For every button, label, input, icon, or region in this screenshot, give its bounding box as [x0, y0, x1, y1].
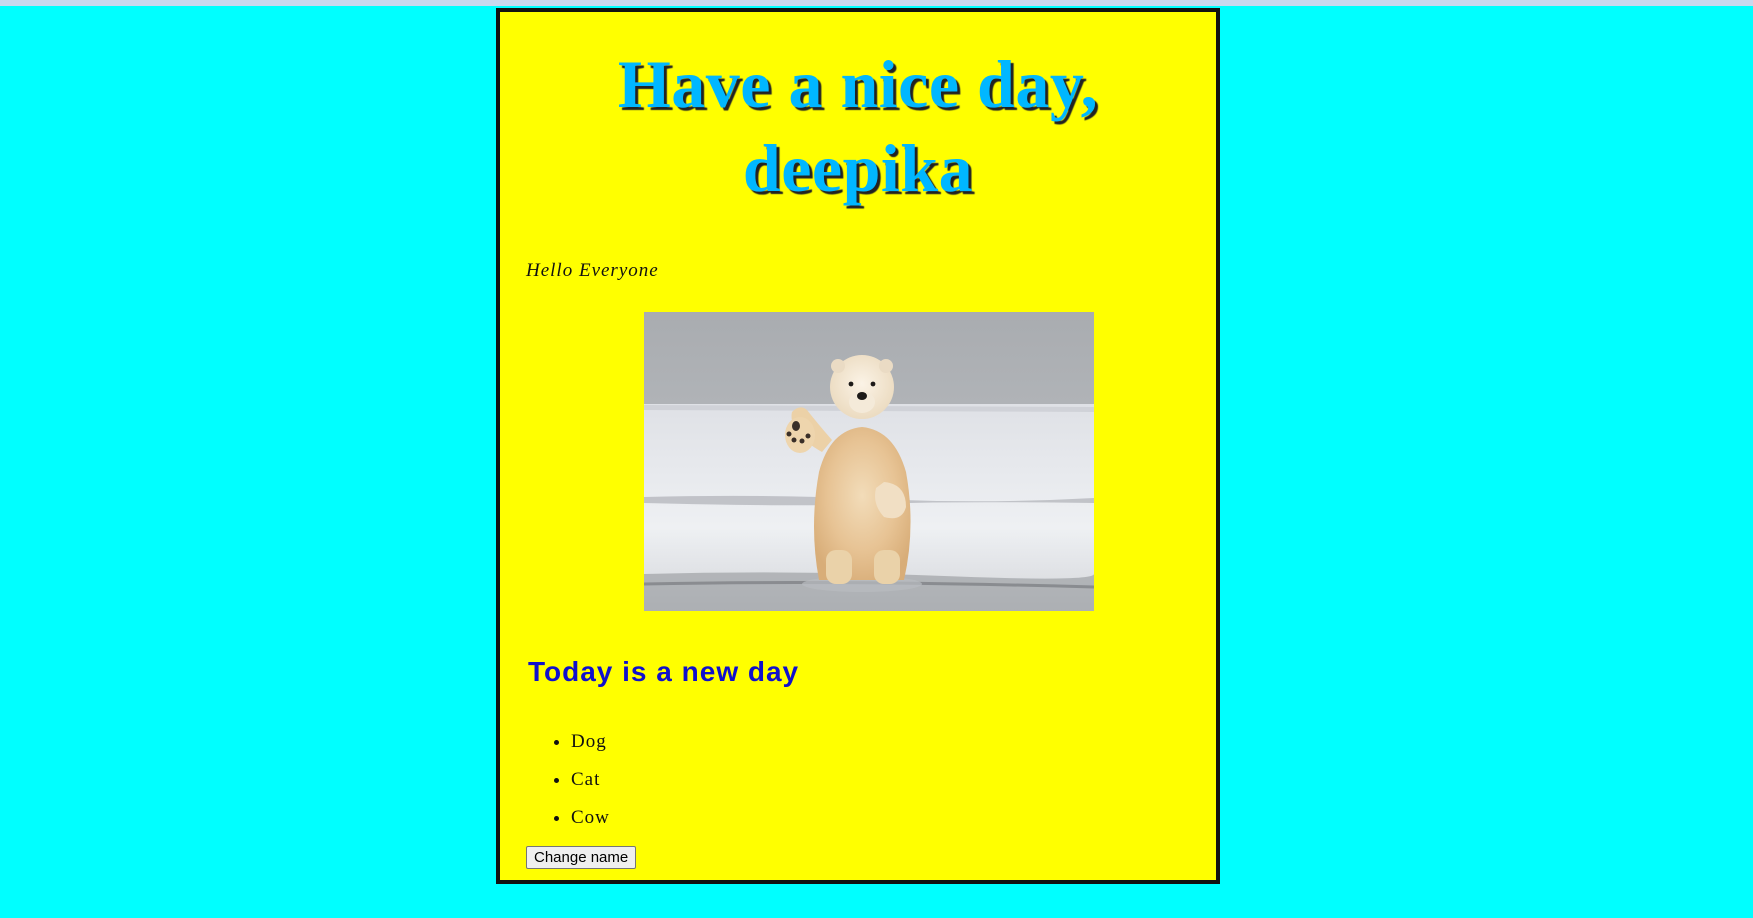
list-item: Cat	[571, 770, 1196, 790]
change-name-button[interactable]: Change name	[526, 846, 637, 869]
page-title: Have a nice day, deepika	[617, 46, 1099, 206]
browser-top-strip	[0, 0, 1753, 6]
polar-bear-photo	[644, 312, 1094, 611]
section-heading: Today is a new day	[528, 656, 800, 687]
list-item: Dog	[571, 732, 1196, 752]
animal-list: Dog Cat Cow	[520, 732, 1196, 828]
list-item: Cow	[571, 808, 1196, 828]
photo-container	[520, 312, 1196, 616]
content-card: Have a nice day, deepika Hello Everyone	[496, 8, 1220, 884]
greeting-text: Hello Everyone	[526, 260, 659, 281]
